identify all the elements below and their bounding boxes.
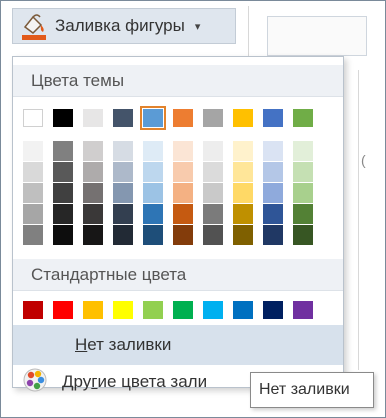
theme-shade-swatch[interactable]	[263, 204, 283, 224]
theme-shade-swatch[interactable]	[203, 204, 223, 224]
standard-color-swatch[interactable]	[113, 301, 133, 319]
theme-shade-swatch[interactable]	[263, 141, 283, 161]
document-mark: (	[361, 152, 366, 168]
theme-color-swatch[interactable]	[293, 109, 313, 127]
standard-color-swatch[interactable]	[293, 301, 313, 319]
theme-shade-swatch[interactable]	[233, 225, 253, 245]
theme-shade-swatch[interactable]	[173, 162, 193, 182]
theme-shade-swatch[interactable]	[143, 162, 163, 182]
theme-shade-swatch[interactable]	[83, 225, 103, 245]
theme-shade-swatch[interactable]	[113, 204, 133, 224]
theme-shade-swatch[interactable]	[263, 162, 283, 182]
theme-shade-swatch[interactable]	[83, 162, 103, 182]
fill-color-menu: Цвета темы Стандартные цвета Нет заливки	[12, 56, 344, 388]
theme-shade-swatch[interactable]	[53, 183, 73, 203]
theme-shade-swatch[interactable]	[293, 141, 313, 161]
paint-bucket-icon	[19, 11, 49, 41]
theme-shade-swatch[interactable]	[53, 162, 73, 182]
standard-colors-header: Стандартные цвета	[13, 259, 343, 291]
theme-shade-swatch[interactable]	[143, 225, 163, 245]
standard-color-swatch[interactable]	[233, 301, 253, 319]
theme-shade-swatch[interactable]	[23, 162, 43, 182]
theme-shade-swatch[interactable]	[23, 141, 43, 161]
theme-shade-swatch[interactable]	[143, 183, 163, 203]
theme-shade-swatch[interactable]	[83, 141, 103, 161]
no-fill-accelerator: Н	[75, 335, 88, 354]
theme-shade-swatch[interactable]	[263, 225, 283, 245]
theme-shade-swatch[interactable]	[23, 225, 43, 245]
theme-shade-swatch[interactable]	[293, 183, 313, 203]
theme-shade-swatch[interactable]	[173, 183, 193, 203]
theme-shade-swatch[interactable]	[143, 204, 163, 224]
shape-fill-button[interactable]: Заливка фигуры ▾	[12, 8, 236, 44]
theme-shade-swatch[interactable]	[173, 141, 193, 161]
theme-colors-header: Цвета темы	[13, 65, 343, 97]
theme-shade-swatch[interactable]	[83, 183, 103, 203]
standard-color-swatch[interactable]	[143, 301, 163, 319]
theme-shade-swatch[interactable]	[83, 204, 103, 224]
standard-color-swatch[interactable]	[173, 301, 193, 319]
theme-color-swatch[interactable]	[173, 109, 193, 127]
theme-shade-swatch[interactable]	[23, 204, 43, 224]
theme-shade-swatch[interactable]	[293, 225, 313, 245]
theme-shade-swatch[interactable]	[233, 183, 253, 203]
theme-shade-swatch[interactable]	[203, 141, 223, 161]
theme-shade-swatch[interactable]	[113, 162, 133, 182]
standard-color-swatch[interactable]	[263, 301, 283, 319]
shape-fill-label: Заливка фигуры	[55, 16, 185, 35]
theme-shade-swatch[interactable]	[143, 141, 163, 161]
theme-shade-swatch[interactable]	[293, 162, 313, 182]
theme-shade-swatch[interactable]	[293, 204, 313, 224]
theme-shade-swatch[interactable]	[233, 204, 253, 224]
theme-shade-swatch[interactable]	[53, 141, 73, 161]
no-fill-label: ет заливки	[87, 335, 172, 354]
theme-shade-swatch[interactable]	[53, 225, 73, 245]
theme-color-swatch[interactable]	[23, 109, 43, 127]
theme-shade-swatch[interactable]	[53, 204, 73, 224]
theme-shade-swatch[interactable]	[203, 225, 223, 245]
color-palette-icon	[22, 367, 48, 398]
theme-color-swatch[interactable]	[263, 109, 283, 127]
ribbon-background	[248, 6, 378, 62]
theme-color-swatch[interactable]	[233, 109, 253, 127]
theme-shade-swatch[interactable]	[203, 183, 223, 203]
theme-shade-swatch[interactable]	[113, 141, 133, 161]
theme-shade-swatch[interactable]	[233, 162, 253, 182]
theme-shade-swatch[interactable]	[203, 162, 223, 182]
standard-color-swatch[interactable]	[203, 301, 223, 319]
standard-color-swatch[interactable]	[23, 301, 43, 319]
standard-color-swatch[interactable]	[83, 301, 103, 319]
theme-shade-swatch[interactable]	[233, 141, 253, 161]
theme-color-swatch[interactable]	[140, 106, 166, 130]
standard-color-swatch[interactable]	[53, 301, 73, 319]
chevron-down-icon: ▾	[194, 20, 201, 33]
theme-shade-swatch[interactable]	[113, 225, 133, 245]
document-edge: (	[358, 70, 374, 370]
more-fill-colors-item[interactable]: Другие цвета зали	[12, 360, 262, 404]
more-fill-colors-label: Другие цвета зали	[62, 372, 208, 391]
theme-color-swatch[interactable]	[203, 109, 223, 127]
theme-shade-swatch[interactable]	[113, 183, 133, 203]
theme-shade-swatch[interactable]	[173, 204, 193, 224]
theme-shade-swatch[interactable]	[23, 183, 43, 203]
theme-color-swatch[interactable]	[83, 109, 103, 127]
theme-color-swatch[interactable]	[53, 109, 73, 127]
theme-shade-swatch[interactable]	[173, 225, 193, 245]
no-fill-tooltip: Нет заливки	[250, 372, 374, 408]
ribbon-gallery	[267, 16, 367, 56]
theme-shade-swatch[interactable]	[263, 183, 283, 203]
theme-color-swatch[interactable]	[113, 109, 133, 127]
no-fill-item[interactable]: Нет заливки	[13, 325, 343, 365]
